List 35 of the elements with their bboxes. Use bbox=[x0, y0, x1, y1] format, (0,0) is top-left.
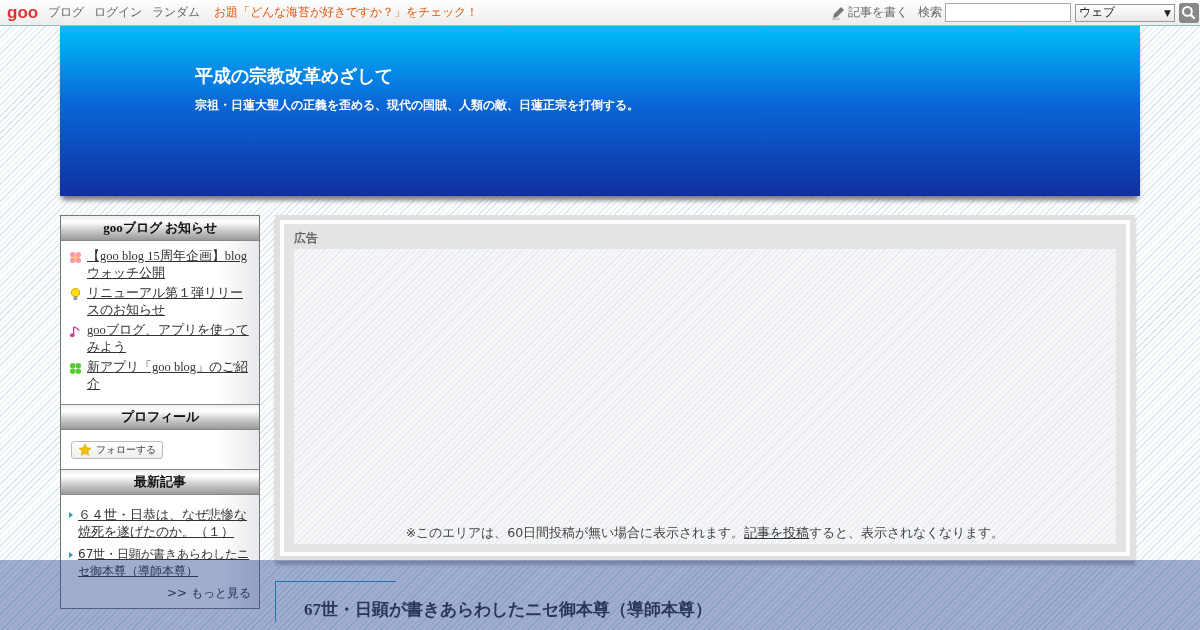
panel-heading: 最新記事 bbox=[61, 470, 259, 495]
panel-heading: gooブログ お知らせ bbox=[61, 216, 259, 241]
article-title[interactable]: 67世・日顕が書きあらわしたニセ御本尊（導師本尊） bbox=[304, 599, 712, 621]
light-bulb-icon bbox=[69, 288, 82, 301]
recent-post-link[interactable]: ６４世・日恭は、なぜ悲惨な焼死を遂げたのか。（１） bbox=[78, 506, 251, 540]
nav-link[interactable]: ランダム bbox=[152, 4, 201, 21]
search-scope-select[interactable]: ウェブ ▼ bbox=[1075, 3, 1175, 22]
more-link[interactable]: >> もっと見る bbox=[69, 586, 251, 600]
ad-label: 広告 bbox=[294, 230, 319, 247]
nav-link[interactable]: ブログ bbox=[48, 4, 85, 21]
promo-link[interactable]: お題「どんな海苔が好きですか？」をチェック！ bbox=[214, 4, 479, 21]
notice-link[interactable]: 【goo blog 15周年企画】blogウォッチ公開 bbox=[87, 248, 251, 282]
star-icon bbox=[78, 443, 92, 457]
blog-title[interactable]: 平成の宗教改革めざして bbox=[195, 64, 1140, 88]
bullet-icon bbox=[69, 512, 73, 518]
post-article-link[interactable]: 記事を投稿 bbox=[744, 525, 810, 540]
search-label: 検索 bbox=[918, 4, 942, 21]
goo-logo[interactable]: goo bbox=[7, 3, 39, 22]
bullet-icon bbox=[69, 552, 73, 558]
write-post-link[interactable]: 記事を書く bbox=[831, 4, 908, 21]
recent-post-link[interactable]: 67世・日顕が書きあらわしたニセ御本尊（導師本尊） bbox=[78, 546, 251, 580]
notice-link[interactable]: gooブログ、アプリを使ってみよう bbox=[87, 322, 251, 356]
ad-notice-text: ※このエリアは、60日間投稿が無い場合に表示されます。記事を投稿すると、表示されなくなります。 bbox=[405, 525, 1005, 542]
clover-icon bbox=[69, 362, 82, 375]
panel-heading: プロフィール bbox=[61, 405, 259, 430]
notice-link[interactable]: 新アプリ「goo blog」のご紹介 bbox=[87, 359, 251, 393]
nav-link[interactable]: ログイン bbox=[94, 4, 143, 21]
follow-button[interactable]: フォローする bbox=[71, 441, 163, 459]
dropdown-arrow-icon: ▼ bbox=[1164, 7, 1171, 18]
search-field[interactable] bbox=[945, 3, 1071, 22]
music-note-icon bbox=[69, 325, 82, 338]
search-button[interactable] bbox=[1179, 2, 1199, 23]
flower-icon bbox=[69, 251, 82, 264]
pencil-icon bbox=[831, 5, 845, 20]
blog-subtitle: 宗祖・日蓮大聖人の正義を歪める、現代の国賊、人類の敵、日蓮正宗を打倒する。 bbox=[195, 98, 640, 113]
